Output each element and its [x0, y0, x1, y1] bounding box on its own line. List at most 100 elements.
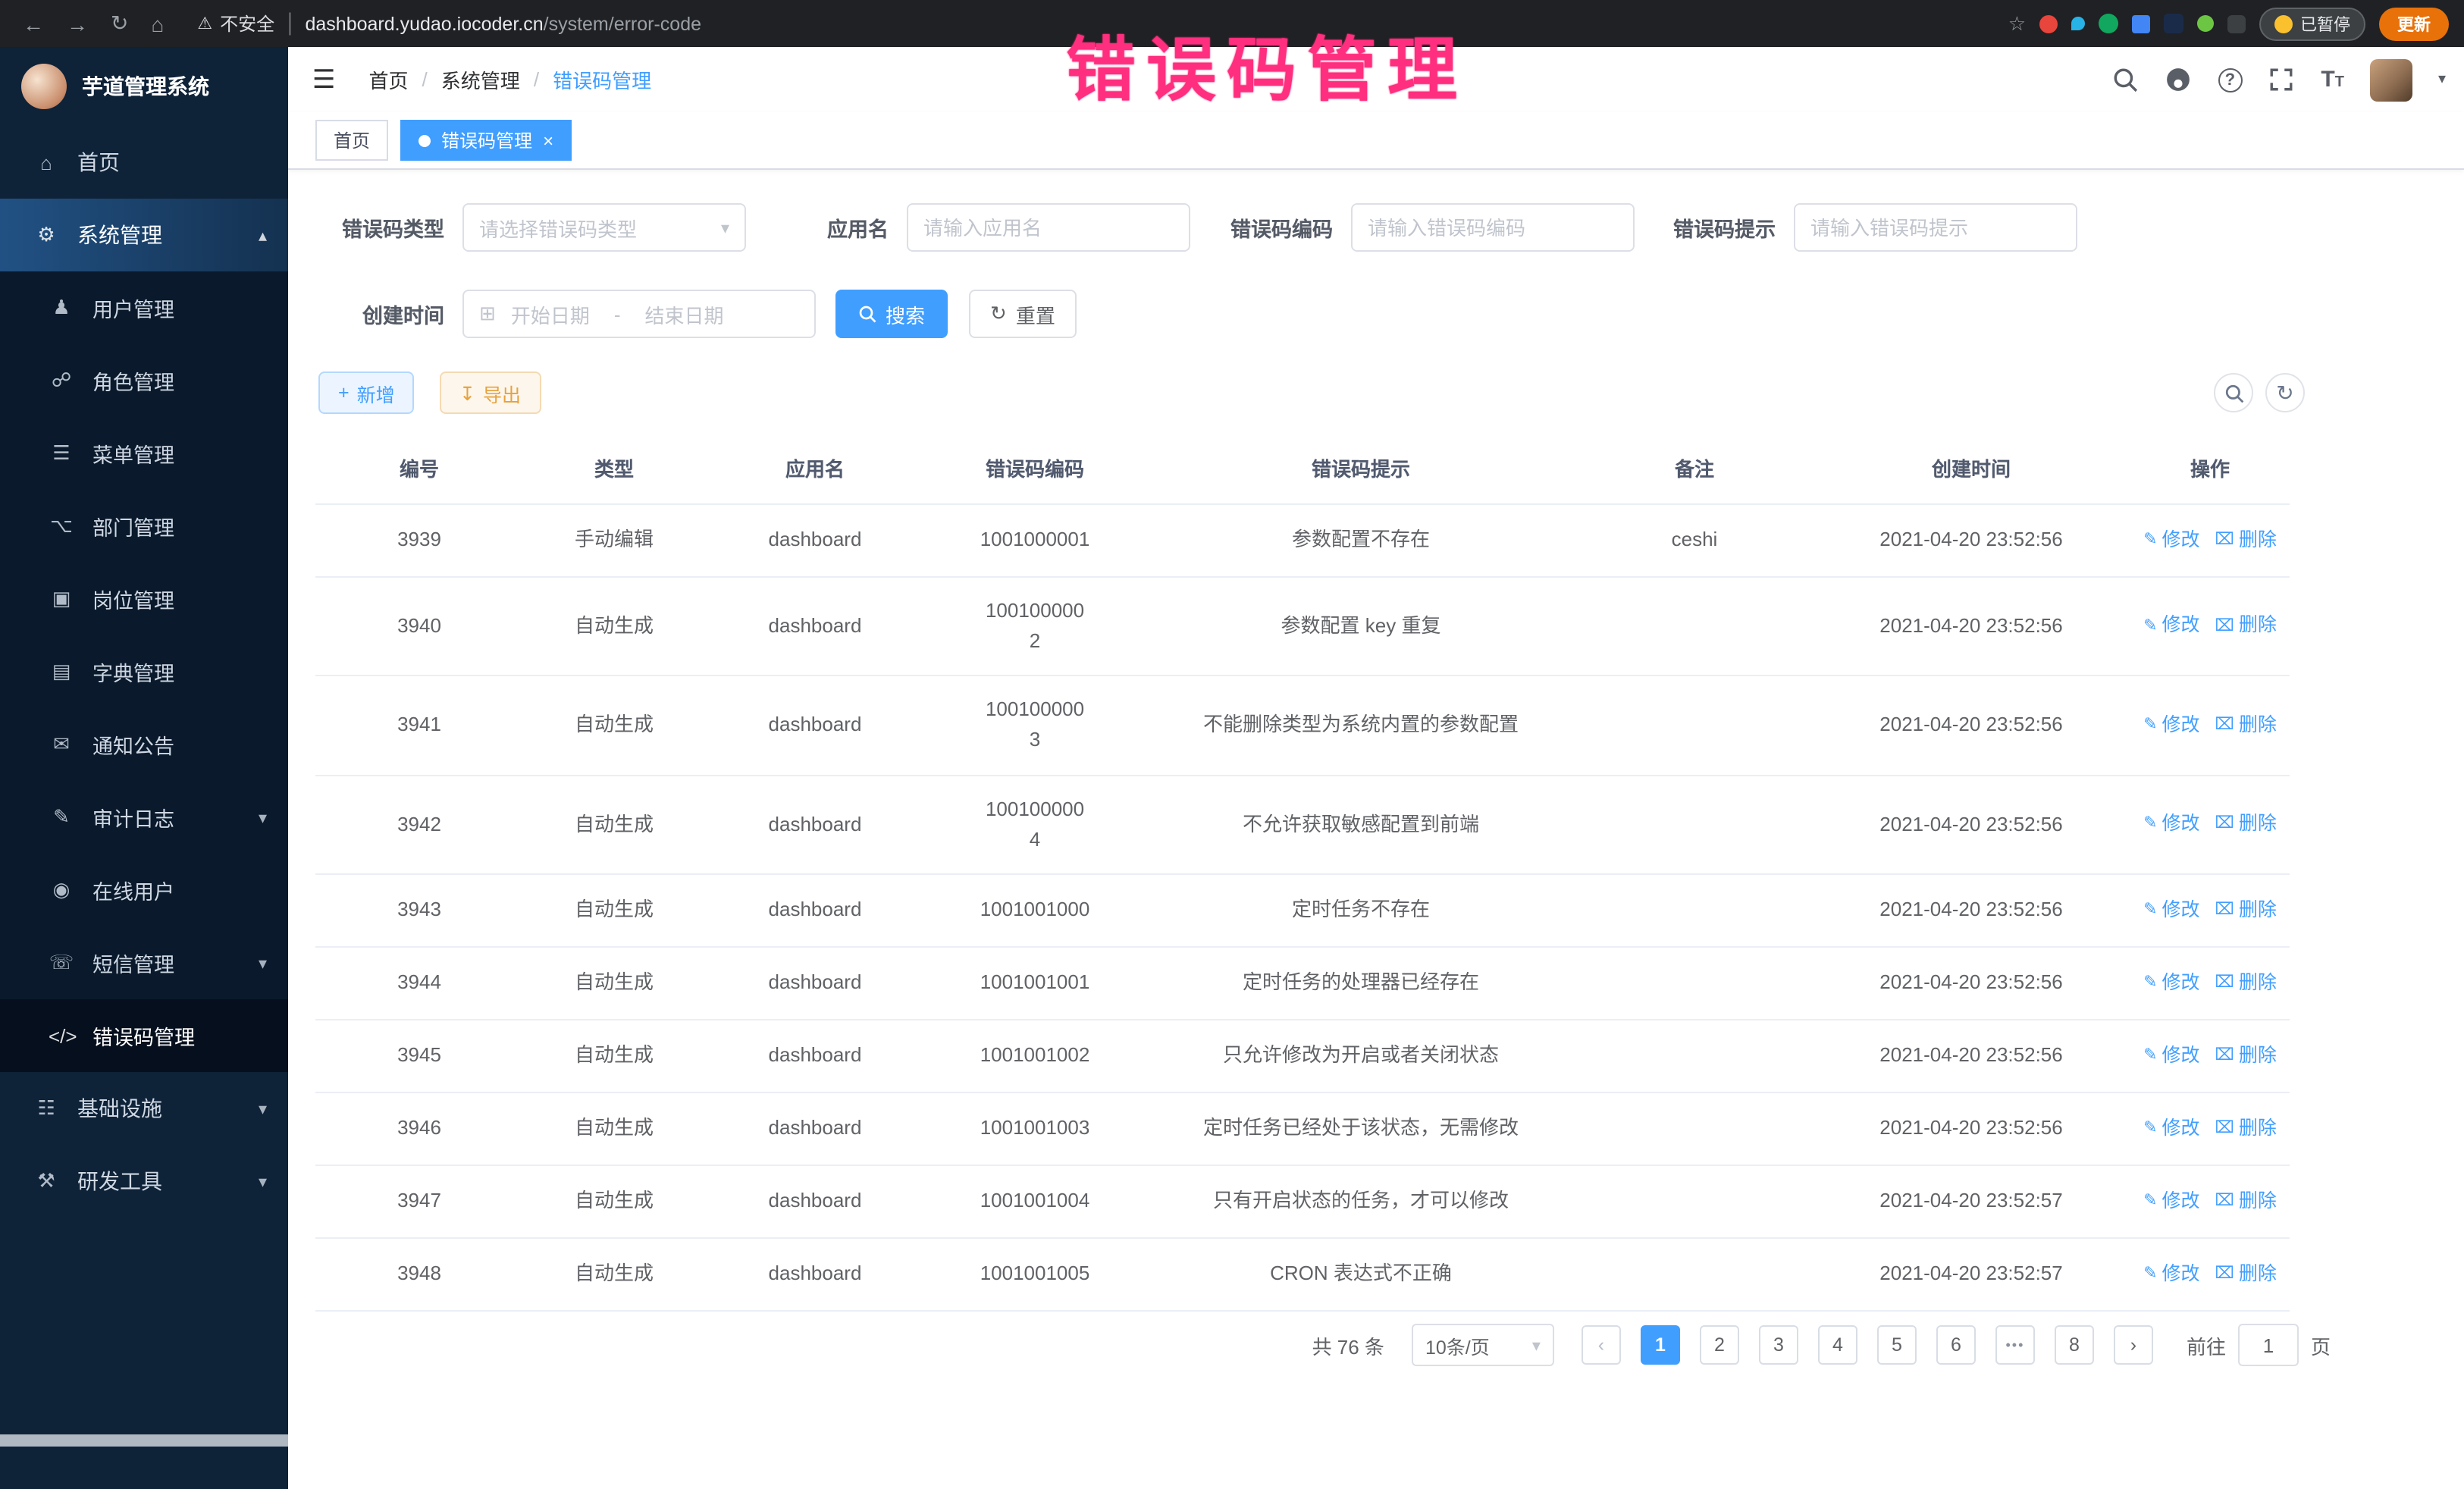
edit-link[interactable]: ✎修改 — [2143, 1041, 2199, 1071]
extension-icon-blue[interactable] — [2132, 14, 2150, 33]
sidebar-item-12[interactable]: </>错误码管理 — [0, 999, 288, 1072]
cell-code: 1001000003 — [925, 677, 1145, 775]
pagination-page-1[interactable]: 1 — [1641, 1325, 1680, 1365]
pagination-page-5[interactable]: 5 — [1877, 1325, 1917, 1365]
sidebar-item-1[interactable]: ⚙系统管理▴ — [0, 199, 288, 271]
chevron-down-icon: ▾ — [259, 1171, 267, 1191]
sidebar-item-5[interactable]: ⌥部门管理 — [0, 490, 288, 563]
help-icon[interactable]: ? — [2218, 67, 2242, 92]
sidebar-item-3[interactable]: ☍角色管理 — [0, 344, 288, 417]
sidebar-item-9[interactable]: ✎审计日志▾ — [0, 781, 288, 854]
edit-link[interactable]: ✎修改 — [2143, 612, 2199, 641]
extension-icon-red[interactable] — [2039, 14, 2058, 33]
breadcrumb-system[interactable]: 系统管理 — [441, 65, 520, 94]
extension-icon-dark[interactable] — [2164, 14, 2183, 33]
sidebar-item-14[interactable]: ⚒研发工具▾ — [0, 1145, 288, 1218]
delete-link[interactable]: ⌧删除 — [2215, 895, 2277, 925]
search-button[interactable]: 搜索 — [835, 290, 948, 338]
update-button[interactable]: 更新 — [2379, 7, 2449, 40]
date-range-picker[interactable]: ⊞ 开始日期 - 结束日期 — [462, 290, 816, 338]
sidebar-item-7[interactable]: ▤字典管理 — [0, 635, 288, 708]
toggle-search-button[interactable] — [2214, 373, 2253, 412]
forward-icon[interactable]: → — [67, 11, 88, 36]
refresh-table-button[interactable]: ↻ — [2265, 373, 2305, 412]
delete-link[interactable]: ⌧删除 — [2215, 526, 2277, 556]
pagination-page-6[interactable]: 6 — [1936, 1325, 1976, 1365]
bookmark-star-icon[interactable]: ☆ — [2008, 11, 2026, 36]
reset-button[interactable]: ↻ 重置 — [969, 290, 1077, 338]
pagination-page-2[interactable]: 2 — [1700, 1325, 1739, 1365]
caret-down-icon[interactable]: ▾ — [2438, 71, 2446, 88]
error-hint-input[interactable] — [1794, 203, 2077, 252]
pagination-page-3[interactable]: 3 — [1759, 1325, 1798, 1365]
paused-badge[interactable]: 已暂停 — [2259, 7, 2365, 40]
edit-link[interactable]: ✎修改 — [2143, 1186, 2199, 1216]
sidebar-item-13[interactable]: ☷基础设施▾ — [0, 1072, 288, 1145]
delete-icon: ⌧ — [2215, 528, 2234, 553]
pagination-page-8[interactable]: 8 — [2055, 1325, 2094, 1365]
sidebar-item-4[interactable]: ☰菜单管理 — [0, 417, 288, 490]
sidebar-item-2[interactable]: ♟用户管理 — [0, 271, 288, 344]
logo-row[interactable]: 芋道管理系统 — [0, 47, 288, 126]
fullscreen-icon[interactable] — [2268, 66, 2295, 93]
font-size-icon[interactable]: TT — [2321, 67, 2344, 92]
delete-link[interactable]: ⌧删除 — [2215, 1186, 2277, 1216]
cell-remark — [1577, 776, 1812, 873]
sidebar-item-6[interactable]: ▣岗位管理 — [0, 563, 288, 635]
url-host[interactable]: dashboard.yudao.iocoder.cn — [306, 13, 544, 34]
cell-app: dashboard — [705, 1166, 925, 1237]
error-type-select[interactable]: 请选择错误码类型 ▾ — [462, 203, 746, 252]
sidebar-item-0[interactable]: ⌂首页 — [0, 126, 288, 199]
back-icon[interactable]: ← — [23, 11, 44, 36]
user-icon: ♟ — [49, 296, 74, 320]
goto-page-input[interactable] — [2238, 1324, 2299, 1366]
sidebar-scrollbar[interactable] — [0, 1434, 288, 1447]
hamburger-icon[interactable]: ☰ — [312, 64, 336, 95]
add-button[interactable]: + 新增 — [318, 371, 415, 414]
edit-link[interactable]: ✎修改 — [2143, 895, 2199, 925]
delete-link[interactable]: ⌧删除 — [2215, 1259, 2277, 1289]
delete-link[interactable]: ⌧删除 — [2215, 1114, 2277, 1143]
extension-icon-green[interactable] — [2099, 14, 2118, 33]
cell-type: 自动生成 — [523, 948, 705, 1019]
delete-link[interactable]: ⌧删除 — [2215, 1041, 2277, 1071]
cell-app: dashboard — [705, 948, 925, 1019]
edit-link[interactable]: ✎修改 — [2143, 810, 2199, 839]
extension-icon-drop[interactable] — [2071, 17, 2085, 30]
close-icon[interactable]: × — [543, 130, 553, 151]
pagination-page-4[interactable]: 4 — [1818, 1325, 1857, 1365]
edit-link[interactable]: ✎修改 — [2143, 968, 2199, 998]
tab-home[interactable]: 首页 — [315, 120, 388, 161]
sidebar-item-11[interactable]: ☏短信管理▾ — [0, 926, 288, 999]
url-path[interactable]: /system/error-code — [544, 13, 701, 34]
edit-link[interactable]: ✎修改 — [2143, 526, 2199, 556]
export-button[interactable]: ↧ 导出 — [440, 371, 541, 414]
edit-link[interactable]: ✎修改 — [2143, 1114, 2199, 1143]
filter-label-time: 创建时间 — [293, 299, 444, 329]
prev-page-button[interactable]: ‹ — [1582, 1325, 1621, 1365]
page-size-select[interactable]: 10条/页 ▾ — [1412, 1324, 1554, 1366]
tab-error-code[interactable]: 错误码管理 × — [400, 120, 572, 161]
next-page-button[interactable]: › — [2114, 1325, 2153, 1365]
breadcrumb-home[interactable]: 首页 — [369, 65, 409, 94]
delete-link[interactable]: ⌧删除 — [2215, 810, 2277, 839]
sidebar-item-8[interactable]: ✉通知公告 — [0, 708, 288, 781]
delete-link[interactable]: ⌧删除 — [2215, 968, 2277, 998]
delete-link[interactable]: ⌧删除 — [2215, 710, 2277, 740]
edit-link[interactable]: ✎修改 — [2143, 1259, 2199, 1289]
edit-link[interactable]: ✎修改 — [2143, 710, 2199, 740]
github-icon[interactable] — [2165, 66, 2192, 93]
filter-error-type: 错误码类型 请选择错误码类型 ▾ — [293, 203, 746, 252]
search-icon[interactable] — [2111, 66, 2139, 93]
sidebar-item-10[interactable]: ◉在线用户 — [0, 854, 288, 926]
error-code-input[interactable] — [1351, 203, 1635, 252]
extension-icon-small-green[interactable] — [2197, 15, 2214, 32]
reload-icon[interactable]: ↻ — [111, 11, 128, 36]
user-avatar[interactable] — [2370, 58, 2412, 101]
pagination-ellipsis[interactable]: ••• — [1995, 1325, 2035, 1365]
delete-link[interactable]: ⌧删除 — [2215, 612, 2277, 641]
extensions-puzzle-icon[interactable] — [2227, 14, 2246, 33]
browser-home-icon[interactable]: ⌂ — [151, 11, 164, 36]
app-name-input[interactable] — [907, 203, 1190, 252]
security-label[interactable]: 不安全 — [220, 11, 274, 36]
